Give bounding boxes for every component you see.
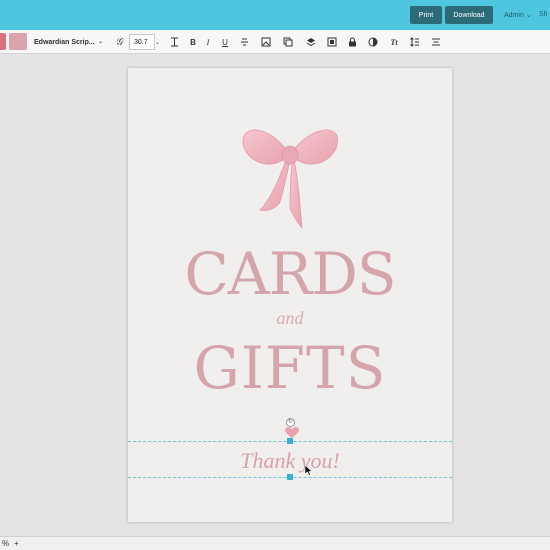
duplicate-icon[interactable]: [282, 35, 293, 49]
top-bar: Print Download Admin ⌄ Sh: [0, 0, 550, 30]
mouse-cursor-icon: [304, 464, 313, 478]
font-size-input[interactable]: 30.7: [129, 34, 155, 50]
color-icon[interactable]: [367, 35, 378, 49]
italic-icon[interactable]: I: [203, 35, 213, 49]
font-family-value: Edwardian Scrip...: [34, 38, 95, 46]
bow-illustration[interactable]: [242, 124, 338, 228]
line-height-icon[interactable]: [409, 35, 420, 49]
share-menu[interactable]: Sh: [539, 11, 548, 18]
layers-icon[interactable]: [305, 35, 316, 49]
thank-you-text[interactable]: Thank you!: [128, 448, 452, 474]
print-button[interactable]: Print: [410, 6, 442, 24]
rotate-handle-icon[interactable]: ↻: [286, 418, 295, 427]
zoom-indicator[interactable]: %: [2, 539, 9, 548]
cards-heading[interactable]: CARDS: [128, 240, 452, 308]
chevron-down-icon: ⌄: [525, 12, 532, 19]
bold-icon[interactable]: B: [188, 35, 198, 49]
text-transform-icon[interactable]: Tt: [388, 35, 400, 49]
and-script-text[interactable]: and: [128, 308, 452, 329]
add-page-button[interactable]: +: [14, 539, 19, 548]
text-toolbar: Edwardian Scrip... ⌄ 𝒢 30.7 ⌄ B I U Tt: [0, 30, 550, 54]
gifts-heading[interactable]: GIFTS: [128, 334, 452, 402]
design-canvas-page[interactable]: CARDS and GIFTS ↻ Thank you!: [128, 68, 452, 522]
underline-icon[interactable]: U: [220, 35, 230, 49]
color-swatch-primary[interactable]: [0, 33, 6, 50]
color-swatch-text[interactable]: [9, 33, 27, 50]
font-family-select[interactable]: Edwardian Scrip... ⌄: [30, 34, 106, 50]
strikethrough-icon[interactable]: [239, 35, 249, 49]
text-align-icon[interactable]: [430, 35, 441, 49]
font-style-icon[interactable]: 𝒢: [113, 35, 125, 49]
bottom-bar: % +: [0, 536, 550, 550]
chevron-down-icon: ⌄: [97, 39, 103, 45]
download-button[interactable]: Download: [445, 6, 493, 24]
selection-handle-bottom[interactable]: [287, 474, 293, 480]
admin-menu[interactable]: Admin ⌄: [504, 11, 532, 20]
image-icon[interactable]: [260, 35, 271, 49]
letter-spacing-icon[interactable]: [168, 35, 180, 49]
lock-icon[interactable]: [347, 35, 358, 49]
chevron-down-icon[interactable]: ⌄: [155, 35, 163, 49]
selection-handle-top[interactable]: [287, 438, 293, 444]
admin-label: Admin: [504, 11, 524, 19]
align-icon[interactable]: [326, 35, 337, 49]
